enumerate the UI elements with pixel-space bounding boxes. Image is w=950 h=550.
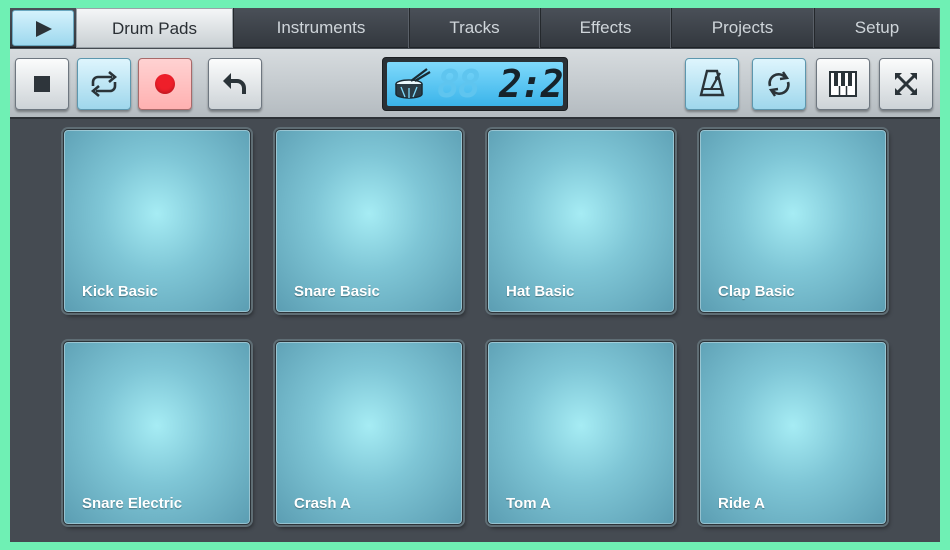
drum-pad-ride-a[interactable]: Ride A [699, 341, 887, 525]
tab-setup[interactable]: Setup [814, 8, 940, 48]
loop-icon [90, 71, 118, 97]
drum-pad-snare-electric[interactable]: Snare Electric [63, 341, 251, 525]
pad-label: Kick Basic [82, 283, 158, 300]
drum-pad-clap-basic[interactable]: Clap Basic [699, 129, 887, 313]
pad-label: Snare Basic [294, 283, 380, 300]
drum-pad-crash-a[interactable]: Crash A [275, 341, 463, 525]
lcd-position-value: 2:2 [499, 62, 564, 106]
tab-effects[interactable]: Effects [540, 8, 671, 48]
stop-icon [34, 76, 50, 92]
drum-pad-snare-basic[interactable]: Snare Basic [275, 129, 463, 313]
record-button[interactable] [138, 58, 192, 110]
undo-button[interactable] [208, 58, 262, 110]
play-button[interactable] [12, 10, 74, 46]
metronome-icon [699, 69, 725, 97]
pad-label: Ride A [718, 495, 765, 512]
drum-pad-tom-a[interactable]: Tom A [487, 341, 675, 525]
song-position-display: 88 2:2 [382, 57, 568, 111]
drum-pad-kick-basic[interactable]: Kick Basic [63, 129, 251, 313]
undo-icon [223, 73, 246, 94]
pad-label: Snare Electric [82, 495, 183, 512]
record-icon [155, 74, 175, 94]
stop-button[interactable] [15, 58, 69, 110]
tab-drum-pads[interactable]: Drum Pads [76, 8, 233, 48]
pad-label: Crash A [294, 495, 351, 512]
loop-button[interactable] [77, 58, 131, 110]
tab-tracks[interactable]: Tracks [409, 8, 540, 48]
sync-button[interactable] [752, 58, 806, 110]
sync-icon [768, 71, 790, 97]
app-window: Drum Pads Instruments Tracks Effects Pro… [10, 8, 940, 542]
fullscreen-button[interactable] [879, 58, 933, 110]
drum-icon [395, 68, 431, 99]
pad-label: Tom A [506, 495, 551, 512]
lcd-ghost-digits: 88 [437, 62, 481, 106]
pad-label: Clap Basic [718, 283, 795, 300]
fullscreen-icon [895, 73, 917, 95]
piano-icon [829, 71, 857, 97]
metronome-button[interactable] [685, 58, 739, 110]
drum-pad-hat-basic[interactable]: Hat Basic [487, 129, 675, 313]
piano-button[interactable] [816, 58, 870, 110]
pad-label: Hat Basic [506, 283, 575, 300]
tab-bar: Drum Pads Instruments Tracks Effects Pro… [10, 8, 940, 48]
tab-instruments[interactable]: Instruments [233, 8, 409, 48]
transport-toolbar: 88 2:2 [10, 49, 940, 119]
lcd-screen: 88 2:2 [387, 62, 564, 106]
play-icon [36, 21, 52, 37]
tab-projects[interactable]: Projects [671, 8, 814, 48]
